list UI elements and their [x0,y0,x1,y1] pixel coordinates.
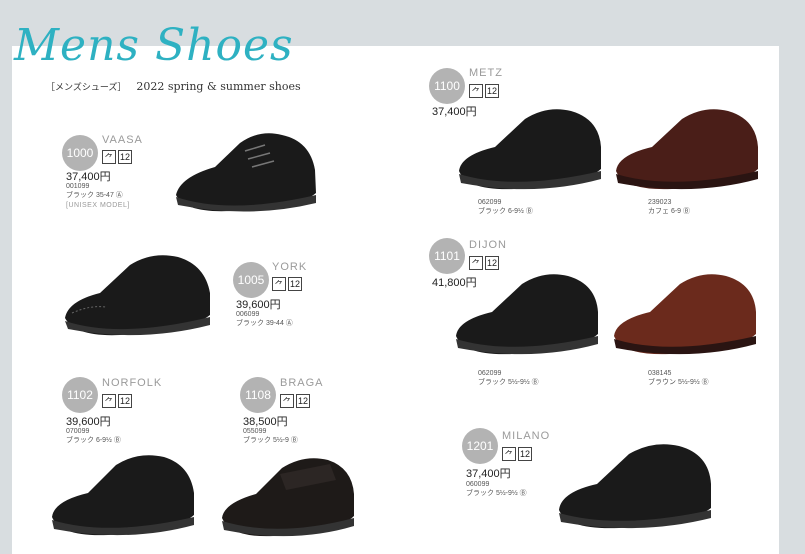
product-code: 038145 [648,370,672,377]
product-name: METZ [469,67,503,79]
product-number-badge: 1005 [233,262,269,298]
product-price: 37,400円 [466,468,511,480]
width-12-icon: 12 [118,394,132,408]
feature-icons: ⺈ 12 [272,277,302,291]
product-variant: ブラック 5½-9½ Ⓑ [478,379,539,386]
product-name: VAASA [102,134,143,146]
product-code: 060099 [466,481,490,488]
page-title: Mens Shoes [14,20,294,71]
product-name: DIJON [469,239,507,251]
product-number-badge: 1108 [240,377,276,413]
product-variant: ブラック 6-9½ Ⓑ [478,208,533,215]
shoe-image-metz-black [459,109,601,190]
toe-shape-icon: ⺈ [502,447,516,461]
shoe-image-milano [559,444,711,529]
toe-shape-icon: ⺈ [469,84,483,98]
shoe-image-norfolk [52,455,194,536]
product-code: 062099 [478,370,502,377]
product-code: 239023 [648,199,672,206]
product-variant: ブラック 5½-9 Ⓑ [243,437,298,444]
product-number-badge: 1000 [62,135,98,171]
product-code: 070099 [66,428,90,435]
product-number-badge: 1201 [462,428,498,464]
feature-icons: ⺈ 12 [502,447,532,461]
product-name: NORFOLK [102,377,163,389]
shoe-image-braga [222,458,354,537]
product-code: 001099 [66,183,90,190]
product-code: 006099 [236,311,260,318]
product-number-badge: 1102 [62,377,98,413]
width-12-icon: 12 [288,277,302,291]
product-code: 055099 [243,428,267,435]
width-12-icon: 12 [118,150,132,164]
product-variant: ブラック 35-47 Ⓐ [66,192,123,199]
shoe-image-york [65,255,210,336]
toe-shape-icon: ⺈ [280,394,294,408]
feature-icons: ⺈ 12 [280,394,310,408]
toe-shape-icon: ⺈ [102,150,116,164]
feature-icons: ⺈ 12 [469,84,499,98]
width-12-icon: 12 [296,394,310,408]
product-variant: ブラック 39-44 Ⓐ [236,320,293,327]
product-variant: ブラック 5½-9½ Ⓑ [466,490,527,497]
shoe-image-dijon-black [456,274,598,355]
subtitle-en: 2022 spring & summer shoes [136,80,301,93]
product-name: MILANO [502,430,551,442]
shoe-image-metz-brown [616,109,758,190]
shoe-image-dijon-brown [614,274,756,355]
product-variant: カフェ 6-9 Ⓑ [648,208,691,215]
product-variant: ブラック 6-9½ Ⓑ [66,437,121,444]
width-12-icon: 12 [485,84,499,98]
width-12-icon: 12 [518,447,532,461]
shoe-image-vaasa [176,133,316,212]
toe-shape-icon: ⺈ [102,394,116,408]
page-subtitle: ［メンズシューズ］ 2022 spring & summer shoes [46,80,301,93]
product-variant: ブラウン 5½-9½ Ⓑ [648,379,709,386]
product-name: YORK [272,261,308,273]
subtitle-jp: ［メンズシューズ］ [46,83,127,93]
product-code: 062099 [478,199,502,206]
unisex-note: [UNISEX MODEL] [66,202,130,209]
product-name: BRAGA [280,377,324,389]
feature-icons: ⺈ 12 [102,394,132,408]
toe-shape-icon: ⺈ [272,277,286,291]
feature-icons: ⺈ 12 [102,150,132,164]
